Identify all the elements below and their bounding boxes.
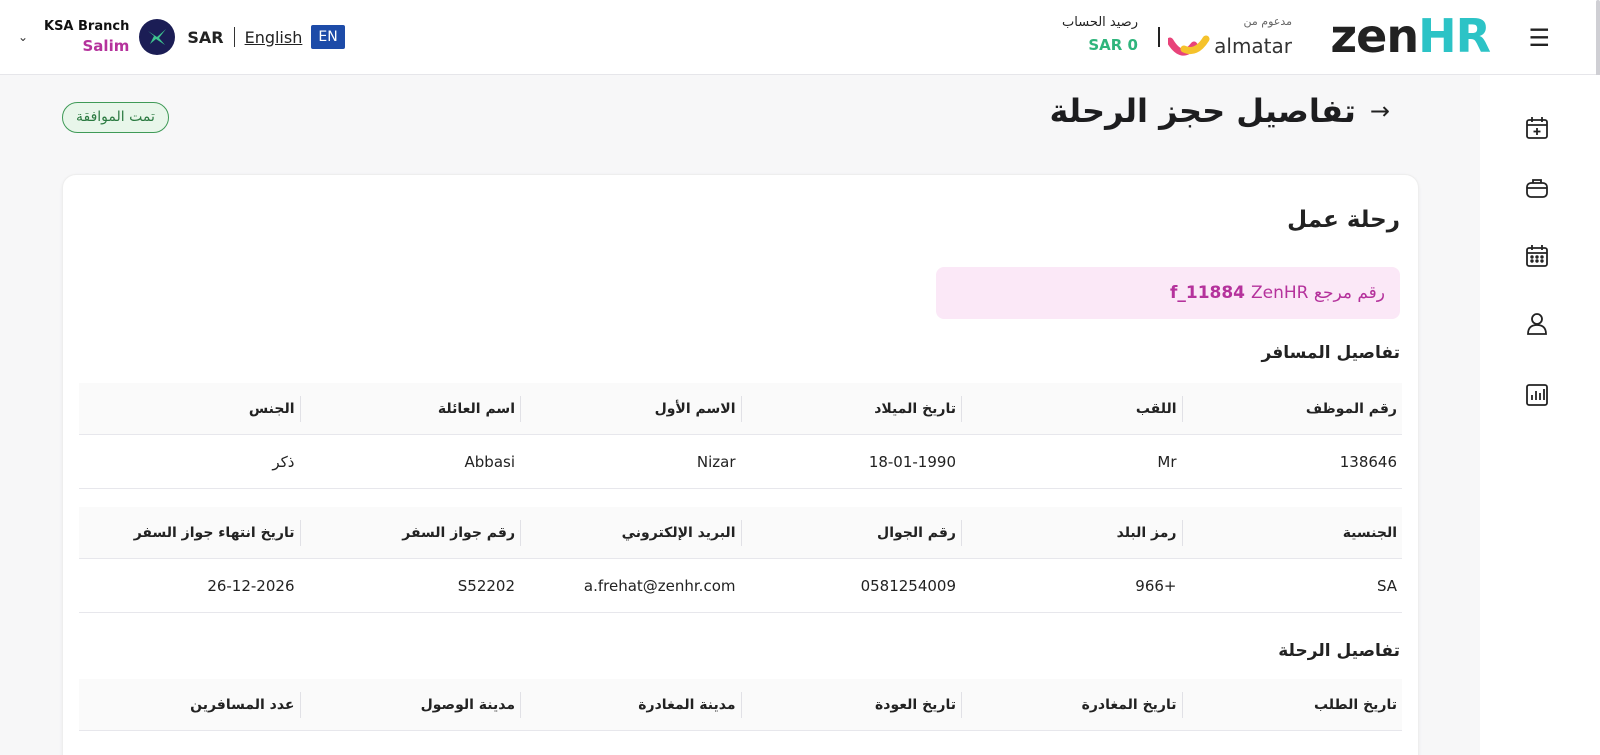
column-header: رمز البلد (961, 520, 1182, 546)
table-cell: Nizar (696, 452, 736, 471)
table-row: 138646 Mr 18-01-1990 Nizar Abbasi ذكر (79, 435, 1402, 489)
column-header: اللقب (961, 396, 1182, 422)
header-right: رصيد الحساب SAR 0 مدعوم من almatar zenHR… (600, 0, 1600, 75)
avatar-logo-icon (148, 29, 167, 45)
table-row: SA 966+ 0581254009 a.frehat@zenhr.com S5… (79, 559, 1402, 613)
sidebar (1480, 75, 1600, 755)
table-cell: 26-12-2026 (207, 576, 295, 595)
column-header: الجنسية (1181, 520, 1403, 546)
reference-label: رقم مرجع ZenHR (1251, 283, 1385, 303)
booking-card: رحلة عمل رقم مرجع ZenHR 11884_f تفاصيل ا… (62, 174, 1419, 755)
table-cell: SA (1376, 576, 1397, 595)
branch-switcher[interactable]: KSA Branch Salim (44, 19, 129, 55)
column-header: رقم جواز السفر (299, 520, 521, 546)
trip-section-title: تفاصيل الرحلة (1278, 641, 1400, 661)
column-header: تاريخ انتهاء جواز السفر (133, 525, 295, 541)
column-header: تاريخ العودة (740, 692, 962, 718)
table-header-row: رقم الموظف اللقب تاريخ الميلاد الاسم الأ… (79, 383, 1402, 435)
top-bar: ⌄ KSA Branch Salim SAR English EN رصيد ا… (0, 0, 1600, 480)
column-header: عدد المسافرين (190, 697, 295, 713)
table-header-row: تاريخ الطلب تاريخ المغادرة تاريخ العودة … (79, 679, 1402, 731)
table-cell: a.frehat@zenhr.com (583, 576, 736, 595)
page-title: تفاصيل حجز الرحلة (1049, 92, 1356, 130)
table-cell: Mr (1157, 452, 1177, 471)
calendar-icon[interactable] (1524, 243, 1550, 269)
traveler-table: رقم الموظف اللقب تاريخ الميلاد الاسم الأ… (79, 383, 1402, 613)
table-cell: ذكر (272, 452, 295, 471)
currency-label: SAR (187, 27, 224, 47)
account-area: ⌄ KSA Branch Salim SAR English EN (18, 16, 345, 58)
menu-icon[interactable]: ☰ (1528, 24, 1550, 52)
table-header-row: الجنسية رمز البلد رقم الجوال البريد الإل… (79, 507, 1402, 559)
brand-part-2: HR (1418, 9, 1491, 63)
traveler-section-title: تفاصيل المسافر (1261, 343, 1400, 363)
table-cell: S52202 (457, 576, 515, 595)
status-badge: تمت الموافقة (62, 102, 169, 133)
page-title-row: → تفاصيل حجز الرحلة (1050, 92, 1390, 130)
table-cell: 138646 (1339, 452, 1397, 471)
powered-by: مدعوم من almatar (1168, 15, 1292, 58)
trip-table: تاريخ الطلب تاريخ المغادرة تاريخ العودة … (79, 679, 1402, 731)
column-header: البريد الإلكتروني (520, 520, 741, 546)
almatar-swoosh-icon (1168, 35, 1210, 56)
branch-name: KSA Branch (44, 19, 130, 34)
table-cell: 18-01-1990 (868, 452, 956, 471)
column-header: تاريخ الطلب (1181, 692, 1403, 718)
calendar-plus-icon[interactable] (1524, 115, 1550, 141)
arrow-right-icon[interactable]: → (1370, 97, 1390, 125)
balance-label: رصيد الحساب (1062, 15, 1138, 30)
table-cell: 966+ (1135, 576, 1177, 595)
column-header: الاسم الأول (520, 396, 741, 422)
divider (233, 27, 235, 47)
zenhr-logo[interactable]: zenHR (1330, 9, 1491, 63)
person-icon[interactable] (1524, 311, 1550, 337)
almatar-logo: almatar (1168, 34, 1292, 58)
chevron-down-icon[interactable]: ⌄ (18, 30, 38, 44)
user-name: Salim (82, 37, 130, 55)
column-header: رقم الموظف (1181, 396, 1403, 422)
powered-label: مدعوم من (1243, 15, 1293, 28)
column-header: تاريخ المغادرة (961, 692, 1182, 718)
column-header: اسم العائلة (299, 396, 521, 422)
card-title: رحلة عمل (1287, 207, 1400, 233)
column-header: مدينة الوصول (299, 692, 521, 718)
column-header: رقم الجوال (740, 520, 962, 546)
column-header: مدينة المغادرة (520, 692, 741, 718)
column-header: تاريخ الميلاد (740, 396, 962, 422)
language-badge[interactable]: EN (311, 25, 345, 49)
brand-part-1: zen (1330, 9, 1419, 63)
partner-name: almatar (1214, 34, 1292, 58)
account-balance: رصيد الحساب SAR 0 (1062, 15, 1138, 54)
avatar[interactable] (139, 19, 176, 55)
column-header: الجنس (248, 401, 295, 417)
language-link[interactable]: English (245, 28, 303, 47)
bar-chart-icon[interactable] (1524, 382, 1550, 408)
divider (1158, 27, 1160, 47)
reference-number: 11884_f (1169, 283, 1246, 303)
reference-box: رقم مرجع ZenHR 11884_f (936, 267, 1400, 319)
balance-value: SAR 0 (1088, 36, 1138, 54)
briefcase-icon[interactable] (1524, 175, 1550, 201)
table-cell: Abbasi (464, 452, 515, 471)
table-cell: 0581254009 (860, 576, 956, 595)
